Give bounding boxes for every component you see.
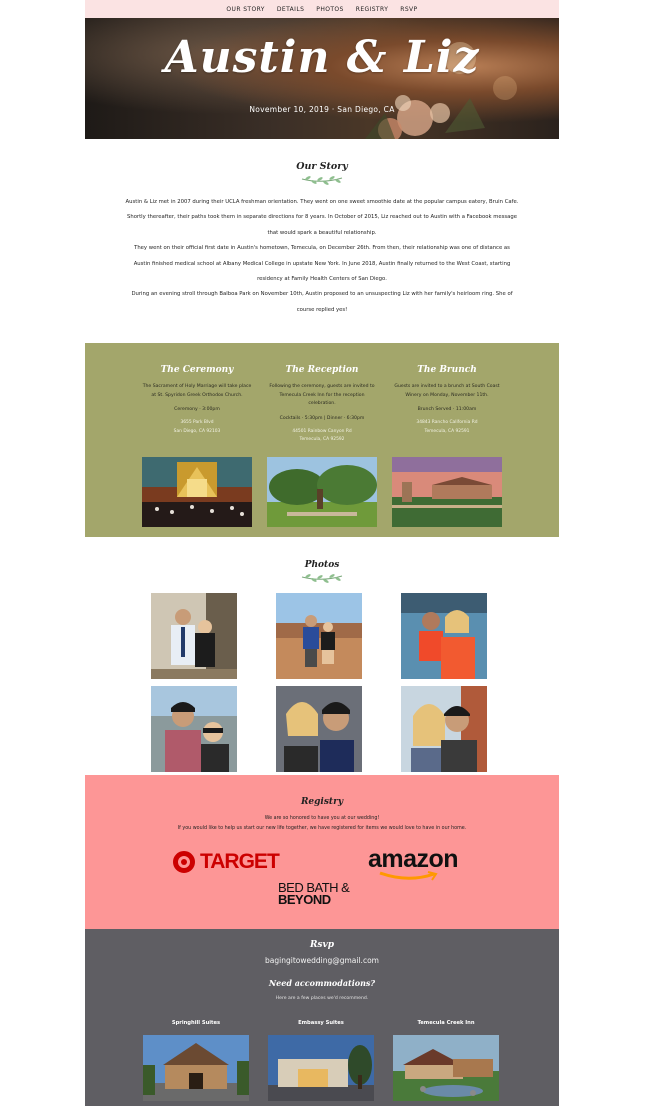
top-nav: OUR STORY DETAILS PHOTOS REGISTRY RSVP [85, 0, 559, 18]
hotel-photo [143, 1035, 249, 1101]
hotel-name: Embassy Suites [298, 1020, 344, 1026]
couple-photo[interactable] [276, 593, 362, 679]
hotel-photo [393, 1035, 499, 1101]
hero-date-location: November 10, 2019 · San Diego, CA [249, 105, 395, 114]
event-title: The Reception [285, 365, 359, 375]
details-section: The Ceremony The Sacrament of Holy Marri… [85, 343, 559, 537]
address-line: 34843 Rancho California Rd [416, 420, 478, 426]
rsvp-email-link[interactable]: bagingitowedding@gmail.com [85, 956, 559, 965]
couple-photo[interactable] [151, 686, 237, 772]
amazon-registry-link[interactable]: amazon [368, 845, 459, 881]
registry-title: Registry [300, 797, 344, 807]
registry-text: We are so honored to have you at our wed… [264, 816, 380, 821]
event-title: The Brunch [417, 365, 477, 375]
hotel-name: Springhill Suites [171, 1020, 221, 1026]
event-title: The Ceremony [160, 365, 234, 375]
wedding-page: OUR STORY DETAILS PHOTOS REGISTRY RSVP A… [85, 0, 559, 1106]
our-story-section: Our Story Austin & Liz met in 2007 durin… [85, 139, 559, 318]
rsvp-section: Rsvp bagingitowedding@gmail.com Need acc… [85, 929, 559, 1106]
hero-title: Austin & Liz [164, 32, 480, 83]
reception-photo [267, 457, 377, 527]
event-description: Following the ceremony, guests are invit… [269, 384, 375, 407]
nav-registry[interactable]: REGISTRY [356, 6, 389, 13]
photos-title: Photos [304, 560, 340, 570]
target-logo-text: TARGET [200, 850, 280, 873]
registry-text: If you would like to help us start our n… [177, 826, 467, 831]
event-ceremony: The Ceremony The Sacrament of Holy Marri… [142, 365, 252, 527]
rsvp-title: Rsvp [309, 940, 335, 950]
event-address[interactable]: 3655 Park Blvd San Diego, CA 92103 [142, 419, 252, 436]
hotel-photo [268, 1035, 374, 1101]
story-title: Our Story [296, 161, 348, 172]
couple-photo[interactable] [401, 593, 487, 679]
event-brunch: The Brunch Guests are invited to a brunc… [392, 365, 502, 527]
sprig-icon [301, 574, 343, 583]
story-paragraph: Austin & Liz met in 2007 during their UC… [125, 199, 519, 236]
church-photo [142, 457, 252, 527]
event-address[interactable]: 34843 Rancho California Rd Temecula, CA … [392, 419, 502, 436]
event-time: Ceremony · 3:00pm [174, 407, 220, 413]
event-description: Guests are invited to a brunch at South … [394, 384, 500, 398]
event-description: The Sacrament of Holy Marriage will take… [142, 384, 252, 398]
address-line: San Diego, CA 92103 [173, 428, 221, 434]
amazon-smile-icon [379, 871, 438, 881]
accommodations-title: Need accommodations? [268, 978, 376, 988]
registry-section: Registry We are so honored to have you a… [85, 775, 559, 929]
nav-rsvp[interactable]: RSVP [400, 6, 417, 13]
hotel-springhill[interactable]: Springhill Suites [143, 1020, 249, 1101]
address-line: Temecula, CA 92592 [299, 437, 345, 443]
couple-photo[interactable] [401, 686, 487, 772]
amazon-logo-text: amazon [368, 845, 459, 873]
couple-photo[interactable] [276, 686, 362, 772]
accommodations-subtitle: Here are a few places we'd recommend. [275, 996, 369, 1001]
event-time: Cocktails · 5:30pm | Dinner · 6:30pm [279, 415, 365, 421]
story-paragraph: During an evening stroll through Balboa … [131, 291, 513, 313]
winery-photo [392, 457, 502, 527]
event-reception: The Reception Following the ceremony, gu… [267, 365, 377, 527]
hotel-name: Temecula Creek Inn [417, 1020, 475, 1026]
event-address[interactable]: 44501 Rainbow Canyon Rd Temecula, CA 925… [267, 428, 377, 445]
hero-banner: Austin & Liz November 10, 2019 · San Die… [85, 18, 559, 139]
target-bullseye-icon [173, 851, 195, 873]
target-registry-link[interactable]: TARGET [173, 850, 280, 874]
couple-photo[interactable] [151, 593, 237, 679]
hotel-embassy[interactable]: Embassy Suites [268, 1020, 374, 1101]
story-text: Austin & Liz met in 2007 during their UC… [125, 195, 519, 318]
address-line: 44501 Rainbow Canyon Rd [292, 428, 352, 434]
bbb-logo-line: BEYOND [278, 892, 331, 907]
nav-details[interactable]: DETAILS [277, 6, 304, 13]
address-line: Temecula, CA 92591 [424, 428, 470, 434]
sprig-icon [301, 176, 343, 185]
bed-bath-beyond-registry-link[interactable]: BED BATH & BEYOND [278, 881, 370, 907]
nav-photos[interactable]: PHOTOS [316, 6, 343, 13]
nav-our-story[interactable]: OUR STORY [226, 6, 264, 13]
photos-section: Photos [85, 560, 559, 583]
address-line: 3655 Park Blvd [180, 420, 214, 426]
hotel-temecula-creek[interactable]: Temecula Creek Inn [393, 1020, 499, 1101]
story-paragraph: They went on their official first date i… [133, 245, 511, 283]
event-time: Brunch Served · 11:00am [417, 407, 477, 413]
